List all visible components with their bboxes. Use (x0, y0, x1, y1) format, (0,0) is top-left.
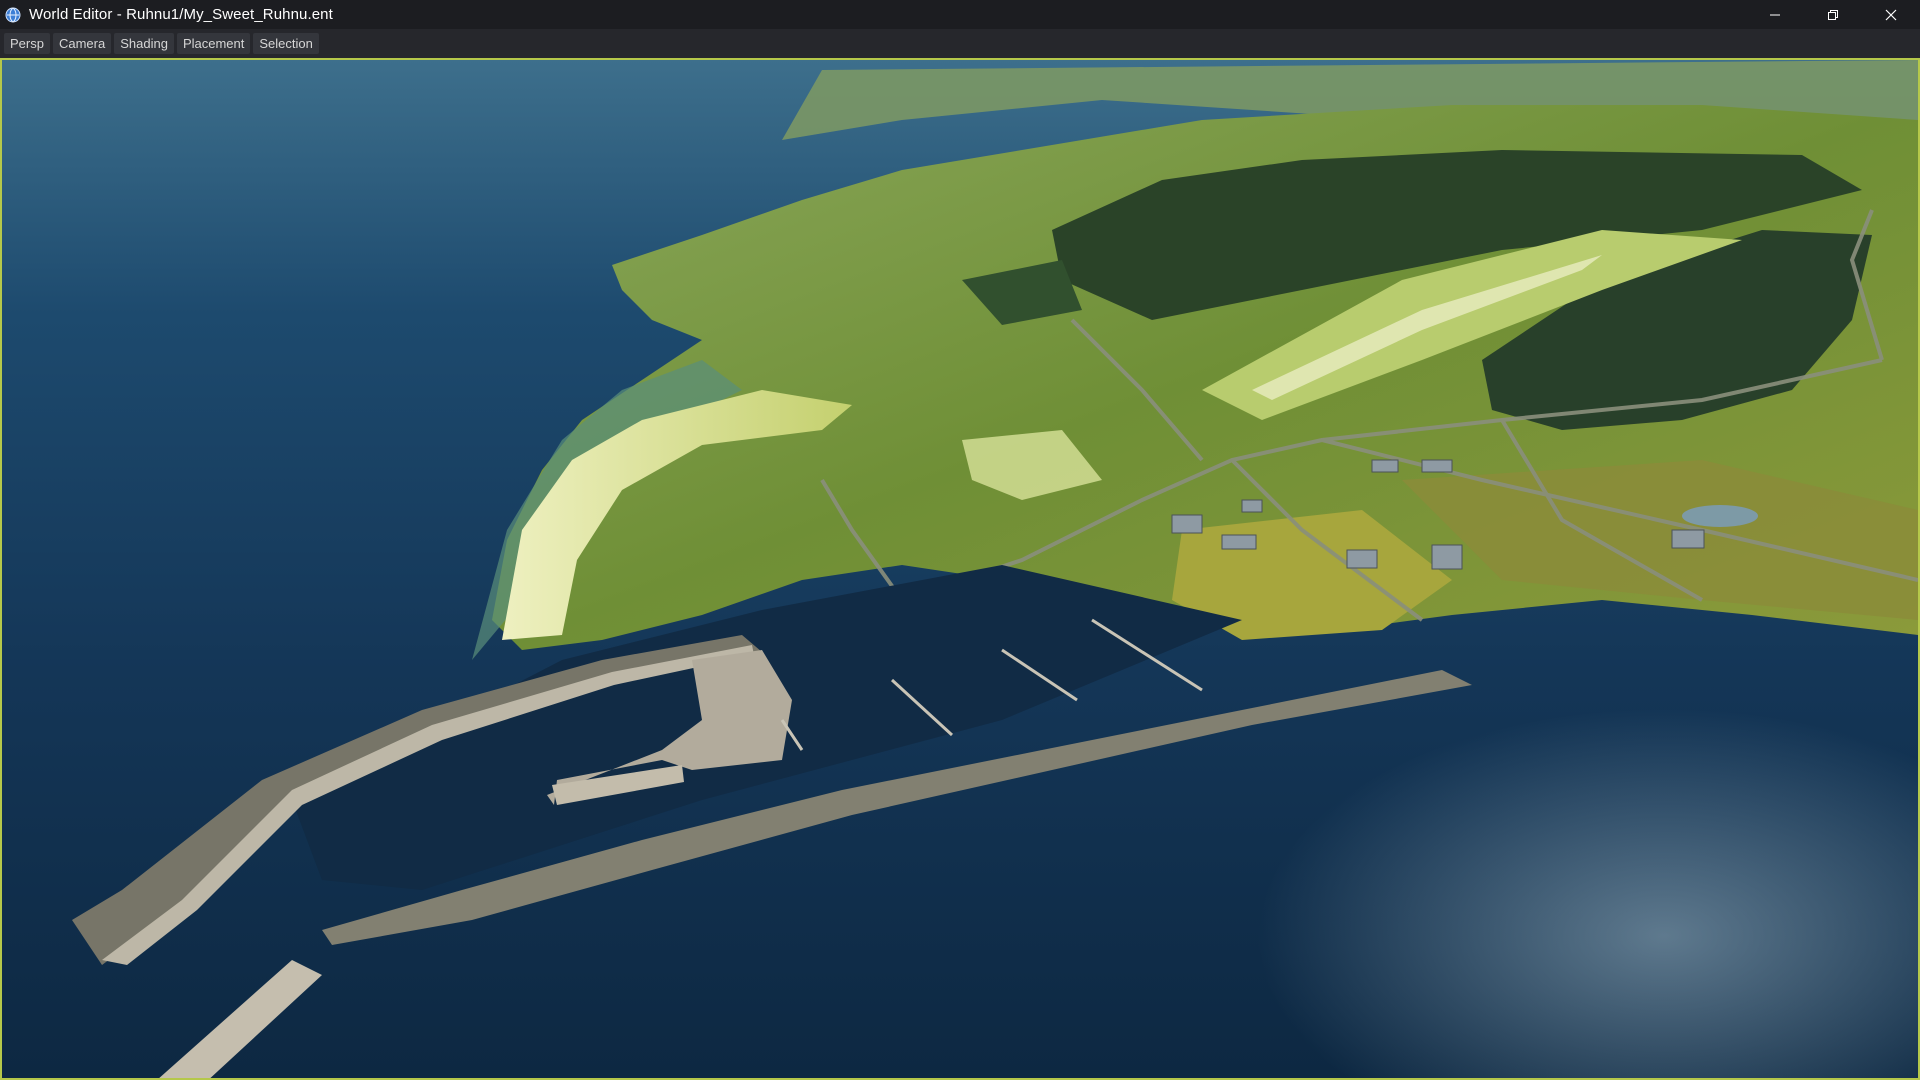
close-button[interactable] (1862, 0, 1920, 29)
camera-button[interactable]: Camera (52, 33, 112, 54)
shading-button[interactable]: Shading (114, 33, 174, 54)
world-editor-globe-icon (5, 7, 21, 23)
restore-icon (1827, 9, 1839, 21)
viewport-toolbar: Persp Camera Shading Placement Selection (0, 29, 1920, 58)
window-title: World Editor - Ruhnu1/My_Sweet_Ruhnu.ent (29, 6, 333, 23)
window-controls (1746, 0, 1920, 29)
minimize-icon (1769, 9, 1781, 21)
terrain-scene (2, 60, 1918, 1078)
pond (1682, 505, 1758, 527)
placement-button[interactable]: Placement (176, 33, 251, 54)
restore-button[interactable] (1804, 0, 1862, 29)
title-bar: World Editor - Ruhnu1/My_Sweet_Ruhnu.ent (0, 0, 1920, 29)
selection-button[interactable]: Selection (253, 33, 319, 54)
persp-button[interactable]: Persp (4, 33, 50, 54)
3d-viewport[interactable] (0, 58, 1920, 1080)
minimize-button[interactable] (1746, 0, 1804, 29)
close-icon (1885, 9, 1897, 21)
